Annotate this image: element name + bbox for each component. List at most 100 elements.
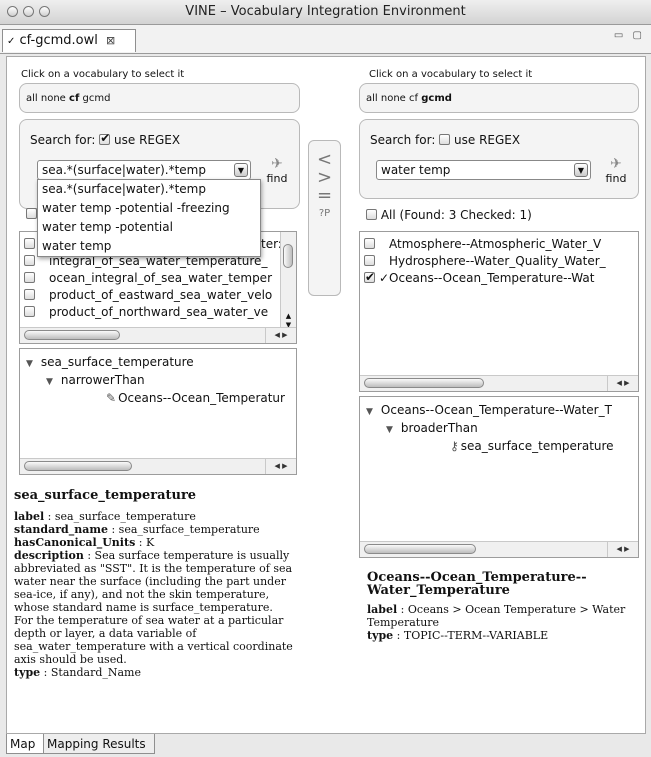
window-title: VINE – Vocabulary Integration Environmen… (185, 4, 466, 19)
scroll-arrows-icon[interactable]: ◀ ▶ (265, 328, 296, 343)
expand-triangle-icon[interactable]: ▼ (26, 359, 33, 369)
right-regex-checkbox[interactable] (439, 134, 451, 145)
right-find-button[interactable]: ✈ find (601, 156, 631, 185)
left-tree-hscroll[interactable]: ◀ ▶ (20, 458, 296, 474)
editor-tab[interactable]: ✓ cf-gcmd.owl ⊠ (2, 29, 136, 52)
left-vocab-prompt: Click on a vocabulary to select it (21, 69, 185, 80)
scroll-arrows-icon[interactable]: ◀ ▶ (607, 376, 638, 391)
tab-map[interactable]: Map (6, 734, 44, 754)
right-find-label: find (605, 172, 627, 185)
tab-mapping-results[interactable]: Mapping Results (43, 734, 155, 754)
detail-field: type : Standard_Name (14, 666, 141, 679)
editor-tab-row: ✓ cf-gcmd.owl ⊠ ▭ ▢ (0, 25, 651, 54)
left-find-label: find (266, 172, 288, 185)
left-find-button[interactable]: ✈ find (262, 156, 292, 185)
right-detail-title: Oceans--Ocean_Temperature--Water_Tempera… (367, 570, 587, 598)
left-regex-checkbox[interactable] (99, 131, 110, 145)
scroll-arrows-icon[interactable]: ◀ ▶ (265, 459, 296, 474)
left-vocab-selector: all none cf gcmd (19, 83, 300, 113)
right-vocab-none[interactable]: none (381, 93, 406, 104)
find-rocket-icon: ✈ (271, 156, 283, 172)
right-vocab-selector: all none cf gcmd (359, 83, 639, 113)
left-vocab-cf[interactable]: cf (69, 93, 79, 104)
dropdown-item[interactable]: water temp -potential (38, 218, 260, 237)
result-checkbox[interactable] (24, 272, 35, 283)
dropdown-item[interactable]: water temp -potential -freezing (38, 199, 260, 218)
scroll-thumb[interactable] (24, 330, 120, 340)
result-label[interactable]: Atmosphere--Atmospheric_Water_V (389, 237, 601, 251)
result-checkbox[interactable] (364, 255, 375, 266)
detail-field: label : Oceans > Ocean Temperature > Wat… (367, 603, 626, 629)
left-results-hscroll[interactable]: ◀ ▶ (20, 327, 296, 343)
result-checkbox[interactable] (364, 238, 375, 249)
right-search-box: Search for: use REGEX water temp ▼ ✈ fin… (359, 119, 639, 199)
detail-field: standard_name : sea_surface_temperature (14, 523, 260, 536)
tree-leaf[interactable]: sea_surface_temperature (461, 439, 614, 453)
right-found-row: All (Found: 3 Checked: 1) (366, 208, 532, 222)
right-results-hscroll[interactable]: ◀ ▶ (360, 375, 638, 391)
result-checkbox[interactable] (24, 238, 35, 249)
dropdown-item[interactable]: sea.*(surface|water).*temp (38, 180, 260, 199)
right-results-list: Atmosphere--Atmospheric_Water_V Hydrosph… (359, 231, 639, 392)
right-all-checkbox[interactable] (366, 209, 377, 220)
right-vocab-cf[interactable]: cf (409, 93, 418, 104)
scroll-thumb[interactable] (364, 378, 484, 388)
left-regex-label: use REGEX (114, 133, 181, 147)
right-relation-tree: ▼ Oceans--Ocean_Temperature--Water_T ▼ bro… (359, 396, 639, 558)
result-checkbox[interactable] (24, 306, 35, 317)
expand-triangle-icon[interactable]: ▼ (46, 377, 53, 387)
right-search-value: water temp (381, 163, 451, 177)
right-vocab-all[interactable]: all (366, 93, 378, 104)
right-vocab-gcmd[interactable]: gcmd (421, 93, 452, 104)
map-equal-button[interactable]: = (309, 187, 340, 205)
result-label[interactable]: product_of_eastward_sea_water_velo (49, 288, 272, 302)
left-search-combo[interactable]: sea.*(surface|water).*temp ▼ (37, 160, 251, 180)
mapping-buttons: < > = ?P (308, 140, 341, 296)
chevron-down-icon[interactable]: ▼ (574, 163, 588, 177)
left-vocab-none[interactable]: none (41, 93, 66, 104)
right-found-status: (Found: 3 Checked: 1) (399, 208, 532, 222)
left-vocab-all[interactable]: all (26, 93, 38, 104)
result-checkbox[interactable] (24, 289, 35, 300)
left-all-checkbox[interactable] (26, 208, 37, 219)
scroll-arrows-icon[interactable]: ◀ ▶ (607, 542, 638, 557)
close-tab-icon[interactable]: ⊠ (106, 34, 115, 47)
left-search-history-dropdown: sea.*(surface|water).*temp water temp -p… (37, 179, 261, 257)
mapping-editor: Click on a vocabulary to select it all n… (6, 56, 646, 734)
tree-relation[interactable]: broaderThan (401, 421, 478, 435)
chevron-down-icon[interactable]: ✓ (7, 36, 15, 47)
result-checkbox[interactable] (364, 269, 375, 285)
result-label[interactable]: ter: (261, 237, 282, 251)
right-vocab-prompt: Click on a vocabulary to select it (369, 69, 533, 80)
chevron-down-icon[interactable]: ▼ (234, 163, 248, 177)
expand-triangle-icon[interactable]: ▼ (386, 425, 393, 435)
result-label[interactable]: ocean_integral_of_sea_water_temper (49, 271, 272, 285)
tree-root[interactable]: Oceans--Ocean_Temperature--Water_T (381, 403, 612, 417)
result-label[interactable]: product_of_northward_sea_water_ve (49, 305, 268, 319)
tree-relation[interactable]: narrowerThan (61, 373, 145, 387)
left-results-vscroll[interactable]: ▲ ▼ (280, 232, 296, 330)
tree-root[interactable]: sea_surface_temperature (41, 355, 194, 369)
left-detail-panel: sea_surface_temperature label : sea_surf… (14, 489, 294, 679)
tree-leaf[interactable]: Oceans--Ocean_Temperatur (118, 391, 285, 405)
expand-triangle-icon[interactable]: ▼ (366, 407, 373, 417)
scroll-thumb[interactable] (364, 544, 476, 554)
result-label[interactable]: Hydrosphere--Water_Quality_Water_ (389, 254, 606, 268)
result-label[interactable]: ✓Oceans--Ocean_Temperature--Wat (379, 271, 594, 285)
result-checkbox[interactable] (24, 255, 35, 266)
right-regex-label: use REGEX (454, 133, 521, 147)
left-search-label: Search for: (30, 133, 96, 147)
scroll-thumb[interactable] (283, 244, 293, 268)
detail-field: type : TOPIC--TERM--VARIABLE (367, 629, 549, 642)
key-icon: ⚷ (450, 439, 459, 453)
dropdown-item[interactable]: water temp (38, 237, 260, 256)
right-all-label[interactable]: All (381, 208, 396, 222)
map-unknown-button[interactable]: ?P (309, 205, 340, 223)
scroll-thumb[interactable] (24, 461, 132, 471)
left-detail-title: sea_surface_temperature (14, 488, 197, 503)
left-vocab-gcmd[interactable]: gcmd (82, 93, 110, 104)
view-controls[interactable]: ▭ ▢ (614, 30, 645, 41)
right-tree-hscroll[interactable]: ◀ ▶ (360, 541, 638, 557)
right-search-combo[interactable]: water temp ▼ (376, 160, 591, 180)
detail-field: hasCanonical_Units : K (14, 536, 155, 549)
